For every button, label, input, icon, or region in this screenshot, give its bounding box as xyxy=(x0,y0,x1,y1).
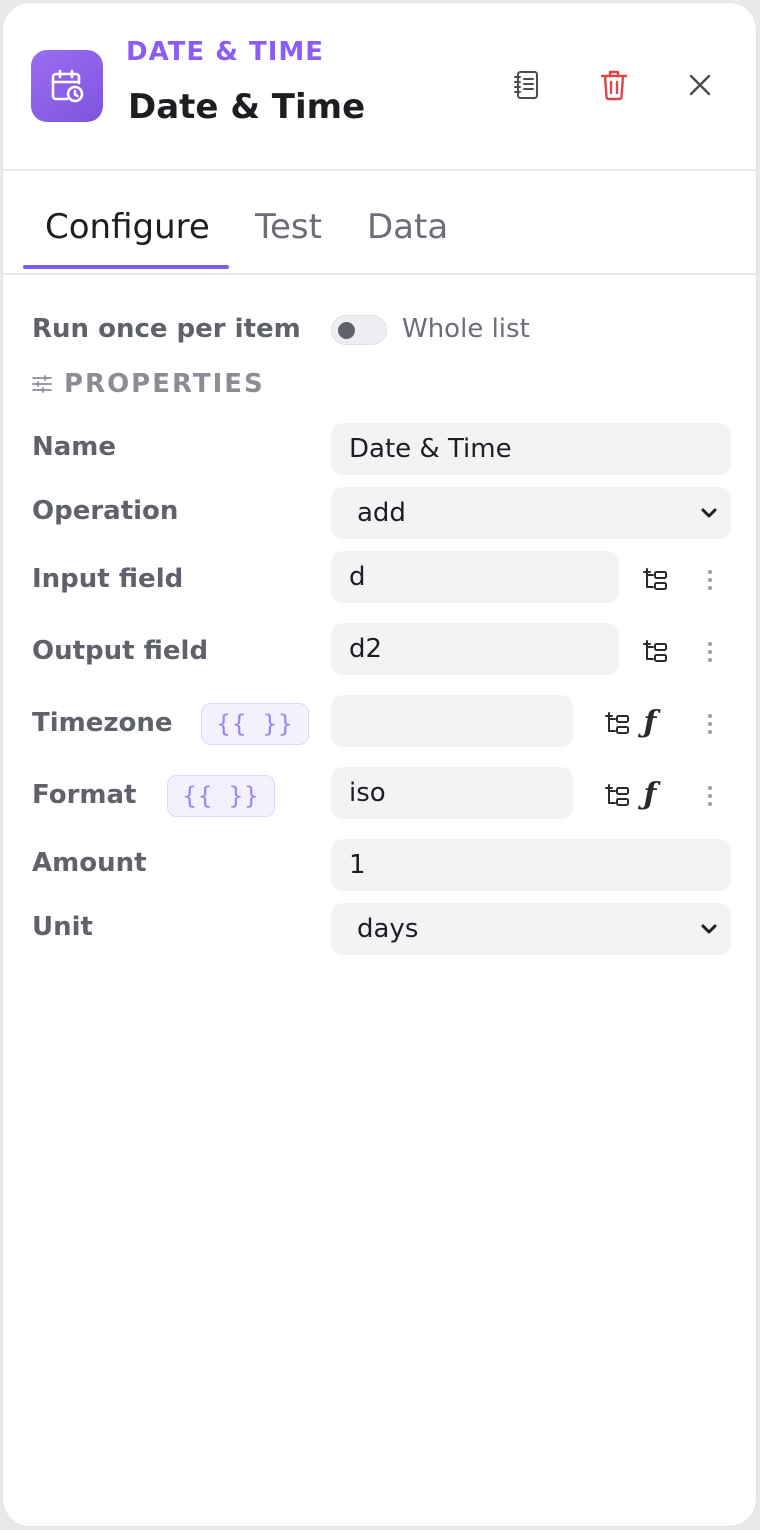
chevron-down-icon xyxy=(701,924,717,934)
close-button[interactable] xyxy=(678,63,722,107)
unit-select[interactable]: days xyxy=(331,903,731,955)
field-picker-button[interactable] xyxy=(602,780,634,812)
field-tree-icon xyxy=(643,640,667,662)
name-input[interactable]: Date & Time xyxy=(331,423,731,475)
trash-icon xyxy=(600,70,628,101)
node-type-label: DATE & TIME xyxy=(126,37,325,67)
output-field-input[interactable]: d2 xyxy=(331,623,619,675)
operation-value: add xyxy=(357,498,406,528)
node-title: Date & Time xyxy=(128,87,366,127)
field-tree-icon xyxy=(605,712,629,734)
field-picker-button[interactable] xyxy=(602,708,634,740)
notes-button[interactable] xyxy=(505,63,549,107)
properties-title: PROPERTIES xyxy=(64,369,265,399)
field-picker-button[interactable] xyxy=(640,564,672,596)
sliders-icon xyxy=(32,375,52,393)
field-picker-button[interactable] xyxy=(640,636,672,668)
field-tree-icon xyxy=(605,784,629,806)
delete-button[interactable] xyxy=(592,63,636,107)
function-icon[interactable]: ƒ xyxy=(634,705,666,740)
timezone-label: Timezone xyxy=(32,708,173,738)
properties-section-header: PROPERTIES xyxy=(32,369,265,399)
toggle-knob xyxy=(338,322,355,339)
notes-icon xyxy=(514,71,538,99)
name-label: Name xyxy=(32,432,117,462)
tab-test[interactable]: Test xyxy=(255,207,322,247)
run-mode-label: Run once per item xyxy=(32,314,301,344)
calendar-clock-icon xyxy=(31,50,103,122)
operation-select[interactable]: add xyxy=(331,487,731,539)
panel-header: DATE & TIME Date & Time xyxy=(3,3,756,171)
tab-configure[interactable]: Configure xyxy=(45,207,210,247)
chevron-down-icon xyxy=(701,508,717,518)
whole-list-toggle[interactable] xyxy=(331,315,387,345)
more-vertical-icon xyxy=(708,570,712,590)
format-label: Format xyxy=(32,780,137,810)
more-options-button[interactable] xyxy=(694,564,726,596)
output-field-label: Output field xyxy=(32,636,209,666)
tab-data[interactable]: Data xyxy=(367,207,448,247)
active-tab-indicator xyxy=(23,265,229,269)
function-icon[interactable]: ƒ xyxy=(634,777,666,812)
expression-toggle[interactable]: {{ }} xyxy=(167,775,275,817)
more-options-button[interactable] xyxy=(694,636,726,668)
more-vertical-icon xyxy=(708,714,712,734)
input-field-label: Input field xyxy=(32,564,184,594)
close-icon xyxy=(689,74,711,96)
amount-input[interactable]: 1 xyxy=(331,839,731,891)
timezone-input[interactable] xyxy=(331,695,573,747)
unit-label: Unit xyxy=(32,912,93,942)
operation-label: Operation xyxy=(32,496,179,526)
expression-toggle[interactable]: {{ }} xyxy=(201,703,309,745)
field-tree-icon xyxy=(643,568,667,590)
format-input[interactable]: iso xyxy=(331,767,573,819)
node-config-panel: DATE & TIME Date & Time Configure Test D… xyxy=(2,2,757,1527)
unit-value: days xyxy=(357,914,419,944)
whole-list-label: Whole list xyxy=(402,314,530,344)
amount-label: Amount xyxy=(32,848,147,878)
more-vertical-icon xyxy=(708,642,712,662)
tab-bar: Configure Test Data xyxy=(3,171,756,275)
input-field-input[interactable]: d xyxy=(331,551,619,603)
more-options-button[interactable] xyxy=(694,708,726,740)
more-vertical-icon xyxy=(708,786,712,806)
more-options-button[interactable] xyxy=(694,780,726,812)
